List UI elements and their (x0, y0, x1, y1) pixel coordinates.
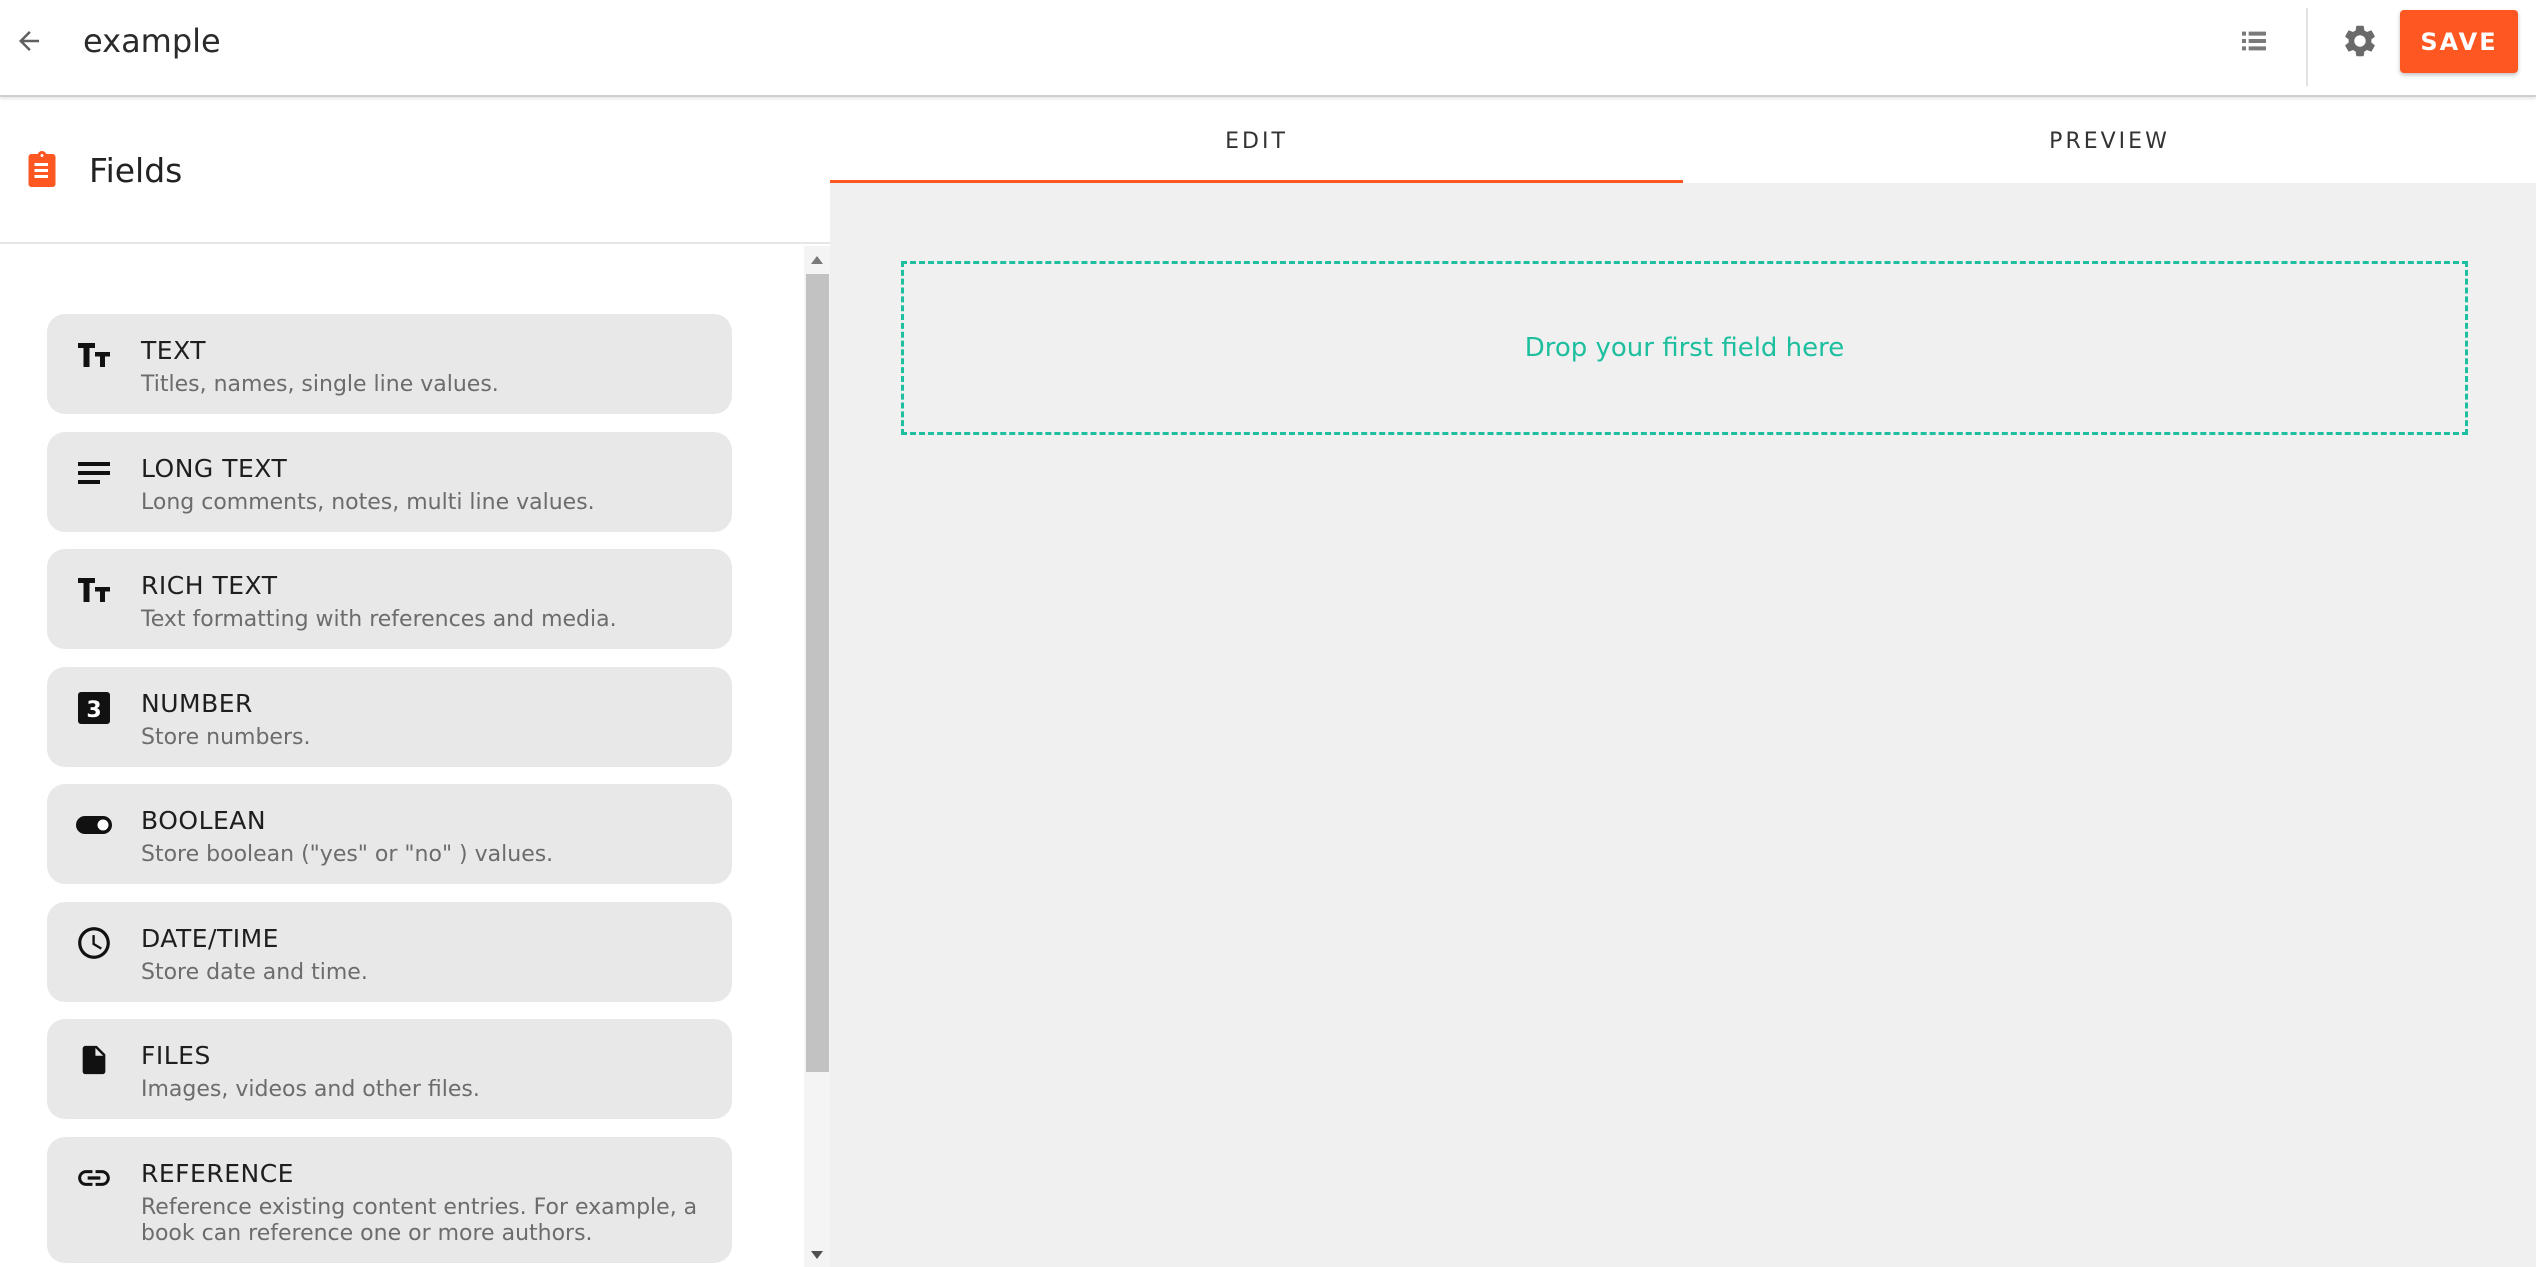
field-type-rich-text[interactable]: RICH TEXT Text formatting with reference… (47, 549, 732, 649)
list-icon (2242, 31, 2266, 51)
field-type-description: Store numbers. (141, 725, 311, 750)
field-type-name: DATE/TIME (141, 924, 279, 953)
top-bar: example SAVE (0, 0, 2536, 97)
link-icon (75, 1159, 113, 1197)
fields-panel-header: Fields (0, 99, 830, 244)
fields-panel-title: Fields (89, 151, 183, 190)
triangle-up-icon (811, 256, 823, 264)
triangle-down-icon (811, 1251, 823, 1259)
back-button[interactable] (6, 18, 52, 64)
editor-tabs: EDIT PREVIEW (830, 99, 2536, 183)
field-type-name: NUMBER (141, 689, 253, 718)
text-size-icon (75, 571, 113, 609)
field-type-description: Store date and time. (141, 960, 368, 985)
field-type-name: BOOLEAN (141, 806, 267, 835)
lines-icon (75, 454, 113, 492)
file-icon (75, 1041, 113, 1079)
arrow-left-icon (19, 31, 39, 51)
scrollbar-thumb[interactable] (806, 274, 829, 1072)
field-type-description: Images, videos and other files. (141, 1077, 480, 1102)
clipboard-icon (28, 151, 56, 187)
field-type-text[interactable]: TEXT Titles, names, single line values. (47, 314, 732, 414)
field-type-list: TEXT Titles, names, single line values. … (0, 246, 804, 1267)
dropzone-text: Drop your first field here (1524, 333, 1845, 363)
page-title: example (83, 22, 221, 60)
tab-preview[interactable]: PREVIEW (1683, 99, 2536, 183)
field-type-reference[interactable]: REFERENCE Reference existing content ent… (47, 1137, 732, 1263)
field-type-name: REFERENCE (141, 1159, 294, 1188)
tab-edit-label: EDIT (1225, 128, 1288, 154)
scroll-down-button[interactable] (804, 1243, 830, 1267)
field-type-files[interactable]: FILES Images, videos and other files. (47, 1019, 732, 1119)
field-type-description: Titles, names, single line values. (141, 372, 499, 397)
scroll-up-button[interactable] (804, 248, 830, 272)
tab-edit[interactable]: EDIT (830, 99, 1683, 183)
field-type-name: FILES (141, 1041, 211, 1070)
field-type-name: LONG TEXT (141, 454, 288, 483)
toolbar-divider (2306, 8, 2308, 86)
list-view-button[interactable] (2231, 18, 2277, 64)
field-type-description: Reference existing content entries. For … (141, 1195, 698, 1246)
toggle-icon (75, 806, 113, 844)
svg-text:3: 3 (86, 698, 101, 723)
field-type-name: TEXT (141, 336, 207, 365)
settings-button[interactable] (2335, 18, 2385, 64)
save-button[interactable]: SAVE (2400, 10, 2518, 73)
field-type-description: Text formatting with references and medi… (141, 607, 617, 632)
field-list-scrollbar[interactable] (804, 246, 830, 1267)
field-type-boolean[interactable]: BOOLEAN Store boolean ("yes" or "no" ) v… (47, 784, 732, 884)
field-type-description: Long comments, notes, multi line values. (141, 490, 595, 515)
field-type-name: RICH TEXT (141, 571, 278, 600)
field-type-description: Store boolean ("yes" or "no" ) values. (141, 842, 554, 867)
field-type-number[interactable]: 3 NUMBER Store numbers. (47, 667, 732, 767)
field-dropzone[interactable]: Drop your first field here (901, 261, 2468, 435)
tab-preview-label: PREVIEW (2049, 128, 2170, 154)
field-type-long-text[interactable]: LONG TEXT Long comments, notes, multi li… (47, 432, 732, 532)
clock-icon (75, 924, 113, 962)
gear-icon (2345, 25, 2375, 57)
field-type-date-time[interactable]: DATE/TIME Store date and time. (47, 902, 732, 1002)
editor-canvas: Drop your first field here (830, 183, 2536, 1267)
number-3-box-icon: 3 (75, 689, 113, 727)
text-size-icon (75, 336, 113, 374)
